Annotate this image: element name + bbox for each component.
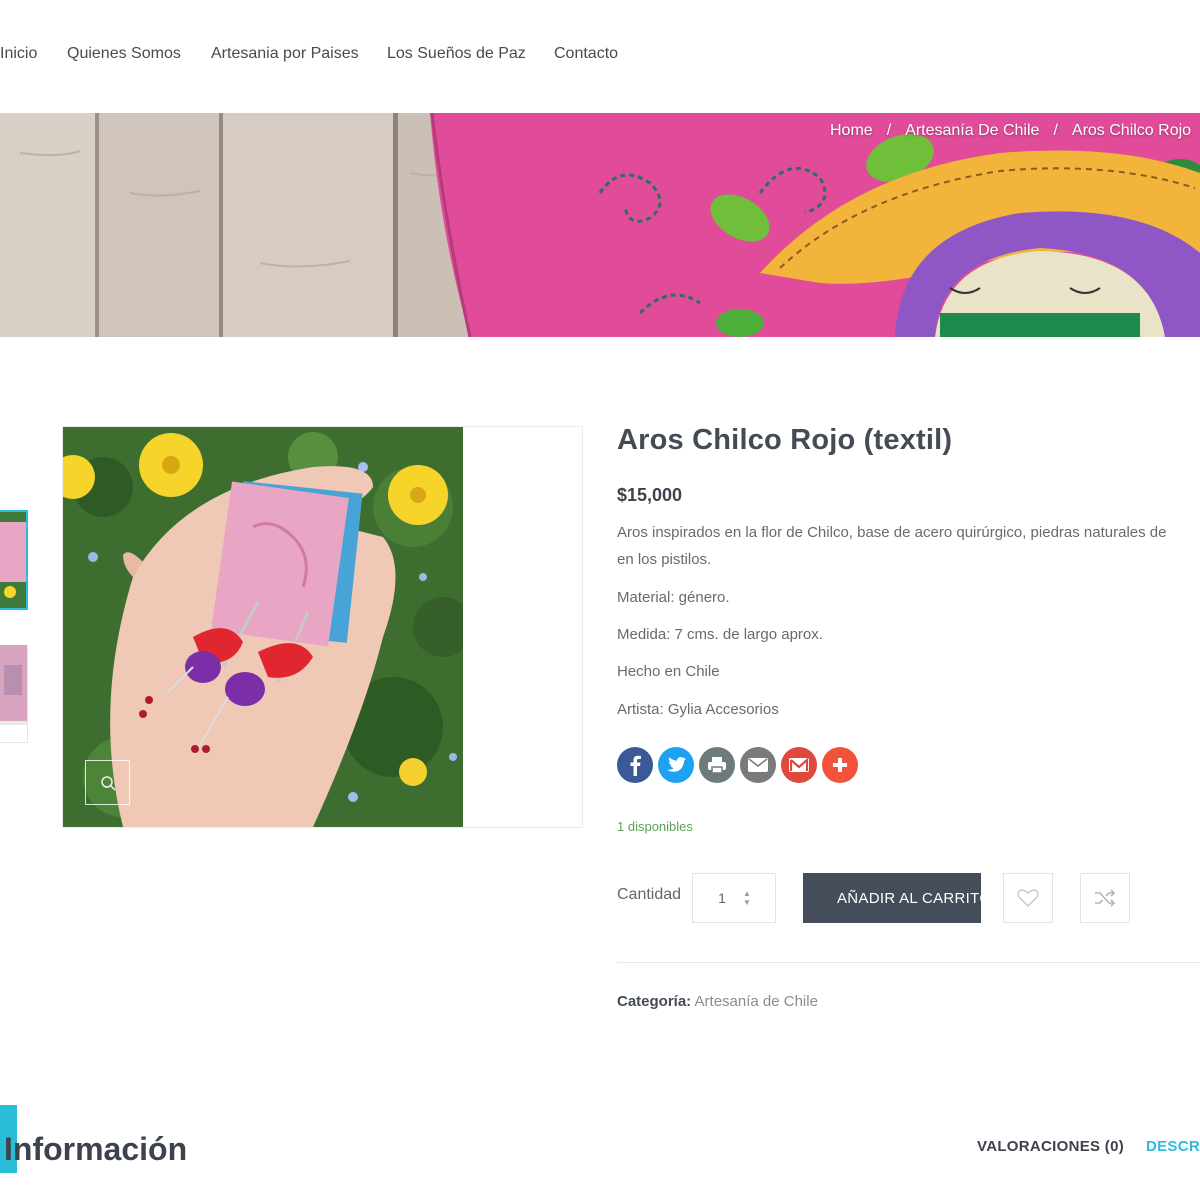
product-material: Material: género. (617, 589, 730, 606)
breadcrumb: Home / Artesanía De Chile / Aros Chilco Rojo (830, 122, 1191, 140)
nav-item-inicio[interactable]: Inicio (0, 45, 37, 63)
compare-button[interactable] (1080, 873, 1130, 923)
breadcrumb-category[interactable]: Artesanía De Chile (905, 122, 1039, 139)
share-facebook-button[interactable] (617, 747, 653, 783)
thumbnail-image (0, 645, 27, 725)
nav-item-artesania-por-paises[interactable]: Artesania por Paises (211, 45, 359, 63)
product-title: Aros Chilco Rojo (textil) (617, 424, 953, 456)
category-label: Categoría: (617, 993, 692, 1010)
heart-icon (1017, 889, 1039, 907)
gmail-icon (789, 757, 809, 772)
quantity-stepper: ▲ ▼ (692, 873, 776, 923)
product-description-line: Aros inspirados en la flor de Chilco, ba… (617, 524, 1167, 541)
share-twitter-button[interactable] (658, 747, 694, 783)
magnifier-icon (100, 775, 116, 791)
tab-descripcion[interactable]: DESCRIPCIÓN (1146, 1138, 1200, 1155)
info-heading: Información (4, 1131, 188, 1167)
product-image-frame (62, 426, 583, 828)
gallery-thumbnail-2[interactable] (0, 645, 28, 743)
main-navigation: Inicio Quienes Somos Artesania por Paise… (0, 0, 1200, 113)
share-print-button[interactable] (699, 747, 735, 783)
product-category: Categoría: Artesanía de Chile (617, 993, 818, 1010)
increment-icon[interactable]: ▲ (743, 889, 751, 898)
email-icon (748, 758, 768, 772)
twitter-icon (667, 757, 686, 772)
shuffle-icon (1095, 889, 1116, 907)
page-banner (0, 113, 1200, 337)
quantity-arrows[interactable]: ▲ ▼ (743, 889, 751, 907)
print-icon (708, 757, 726, 774)
share-more-button[interactable] (822, 747, 858, 783)
nav-item-quienes-somos[interactable]: Quienes Somos (67, 45, 181, 63)
more-share-icon (833, 758, 847, 772)
share-buttons (617, 747, 858, 783)
gallery-thumbnail-1[interactable] (0, 510, 28, 610)
breadcrumb-separator: / (1053, 122, 1058, 139)
breadcrumb-current: Aros Chilco Rojo (1071, 122, 1192, 139)
product-origin: Hecho en Chile (617, 663, 720, 680)
breadcrumb-home[interactable]: Home (830, 122, 873, 139)
facebook-icon (630, 755, 641, 776)
banner-textile-image (0, 113, 1200, 337)
breadcrumb-separator: / (886, 122, 892, 139)
zoom-button[interactable] (85, 760, 130, 805)
product-description-line: en los pistilos. (617, 551, 712, 568)
category-link[interactable]: Artesanía de Chile (695, 993, 818, 1010)
share-email-button[interactable] (740, 747, 776, 783)
nav-item-suenos-de-paz[interactable]: Los Sueños de Paz (387, 45, 526, 63)
quantity-label: Cantidad (617, 886, 682, 903)
thumbnail-image (0, 512, 26, 608)
summary-divider (617, 962, 1200, 963)
product-size: Medida: 7 cms. de largo aprox. (617, 626, 823, 643)
add-to-cart-button[interactable]: AÑADIR AL CARRITO (803, 873, 981, 923)
product-price: $15,000 (617, 485, 683, 505)
tab-valoraciones[interactable]: VALORACIONES (0) (977, 1138, 1124, 1155)
quantity-input[interactable] (693, 890, 743, 906)
product-artist: Artista: Gylia Accesorios (617, 701, 779, 718)
share-gmail-button[interactable] (781, 747, 817, 783)
stock-status: 1 disponibles (617, 819, 693, 834)
wishlist-button[interactable] (1003, 873, 1053, 923)
decrement-icon[interactable]: ▼ (743, 898, 751, 907)
nav-item-contacto[interactable]: Contacto (554, 45, 618, 63)
